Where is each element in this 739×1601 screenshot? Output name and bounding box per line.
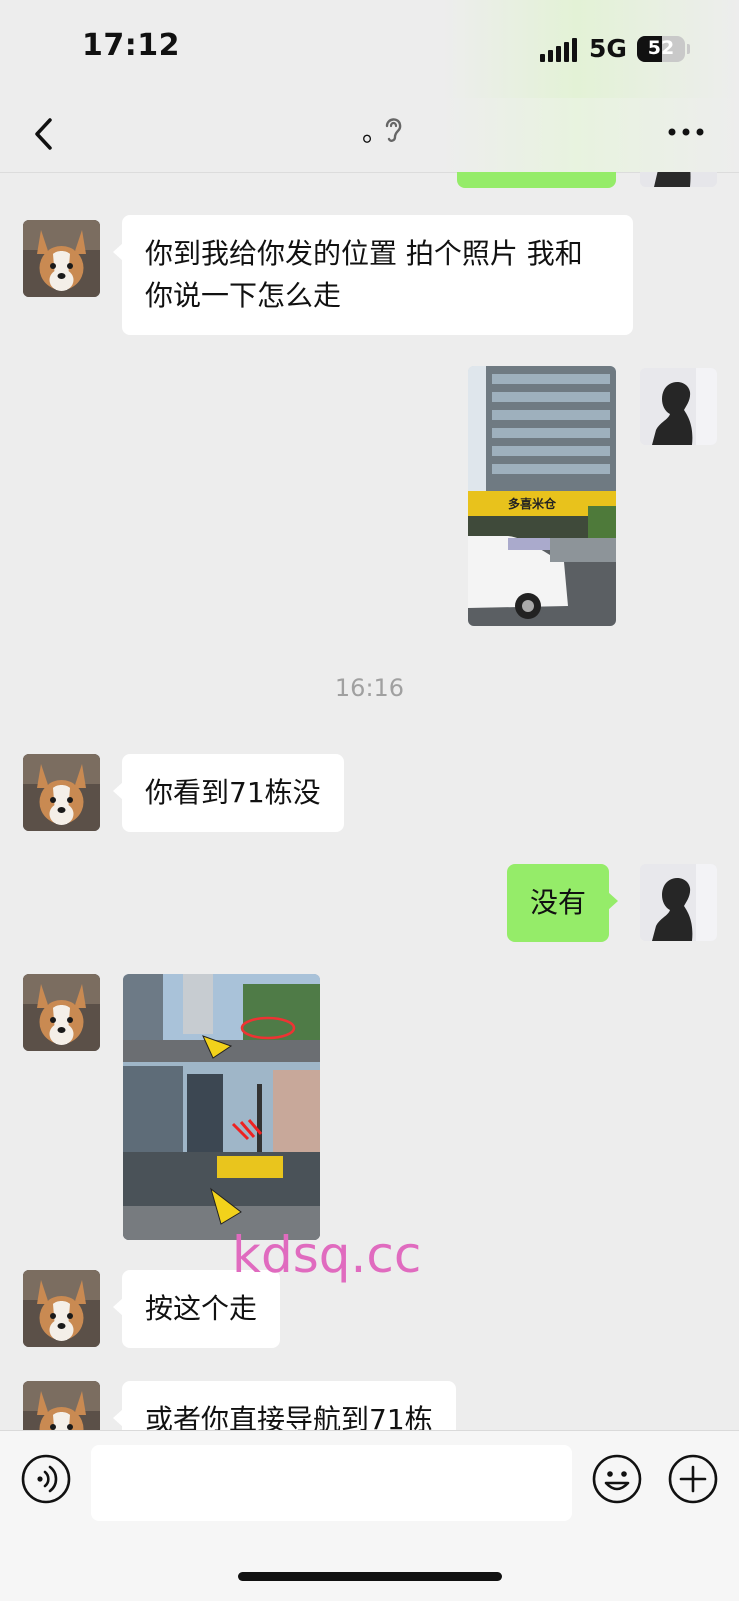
timestamp: 16:16	[334, 674, 405, 702]
incoming-photo-directions[interactable]	[123, 974, 320, 1240]
message-text: 你到我给你发的位置 拍个照片 我和你说一下怎么走	[145, 237, 583, 312]
signal-icon	[540, 38, 577, 62]
message-text: 没有	[530, 886, 587, 919]
message-bubble-outgoing[interactable]: 没有	[507, 864, 619, 942]
dog-photo	[23, 974, 100, 1051]
contact-avatar[interactable]	[23, 1381, 100, 1430]
dog-photo	[23, 220, 100, 297]
home-indicator[interactable]	[238, 1572, 502, 1581]
message-text: 按这个走	[145, 1292, 258, 1325]
contact-avatar[interactable]	[23, 1270, 100, 1347]
previous-message-bubble	[457, 172, 616, 188]
person-silhouette-icon	[640, 864, 717, 941]
message-bubble-incoming[interactable]: 你到我给你发的位置 拍个照片 我和你说一下怎么走	[113, 215, 633, 335]
outgoing-photo-building[interactable]: 多喜米仓	[468, 366, 616, 626]
network-type: 5G	[589, 34, 627, 63]
more-functions-button[interactable]	[667, 1453, 719, 1505]
contact-avatar[interactable]	[23, 754, 100, 831]
back-icon	[35, 118, 52, 150]
voice-input-button[interactable]	[20, 1453, 72, 1505]
more-icon	[668, 128, 704, 136]
my-avatar[interactable]	[640, 368, 717, 445]
dog-photo	[23, 1270, 100, 1347]
dog-photo	[23, 754, 100, 831]
my-avatar[interactable]	[640, 172, 717, 187]
chat-header: 。	[0, 98, 739, 173]
store-sign: 多喜米仓	[508, 496, 557, 511]
contact-avatar[interactable]	[23, 974, 100, 1051]
voice-icon	[21, 1454, 71, 1504]
back-button[interactable]	[26, 114, 66, 154]
ear-icon	[385, 118, 402, 142]
message-bubble-incoming[interactable]: 或者你直接导航到71栋	[113, 1381, 456, 1430]
plus-icon	[668, 1454, 718, 1504]
building-photo: 多喜米仓	[468, 366, 616, 626]
my-avatar[interactable]	[640, 864, 717, 941]
input-toolbar	[0, 1430, 739, 1601]
message-text: 或者你直接导航到71栋	[145, 1403, 433, 1430]
emoji-icon	[592, 1454, 642, 1504]
directions-collage-photo	[123, 974, 320, 1240]
battery-tip	[687, 44, 690, 54]
more-button[interactable]	[666, 118, 706, 146]
message-bubble-incoming[interactable]: 你看到71栋没	[113, 754, 344, 832]
dog-photo	[23, 1381, 100, 1430]
battery-icon: 52	[637, 36, 685, 62]
status-time: 17:12	[82, 28, 180, 63]
watermark-text: kdsq.cc	[232, 1226, 422, 1284]
message-text: 你看到71栋没	[145, 776, 321, 809]
status-bar: 17:12 5G 52	[0, 0, 739, 98]
emoji-button[interactable]	[591, 1453, 643, 1505]
person-silhouette-icon	[640, 368, 717, 445]
message-input[interactable]	[91, 1445, 572, 1521]
person-silhouette-icon	[640, 172, 717, 187]
contact-avatar[interactable]	[23, 220, 100, 297]
battery-level: 52	[647, 37, 675, 59]
